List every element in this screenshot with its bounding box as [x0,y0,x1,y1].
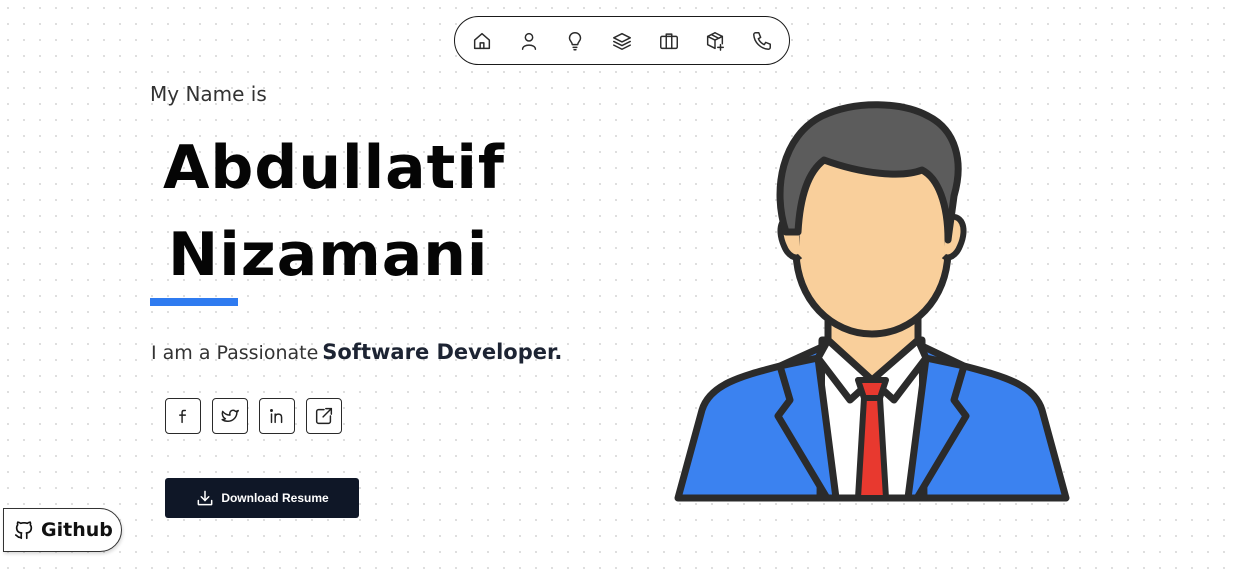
nav-about[interactable] [516,28,542,54]
last-name: Nizamani [168,220,489,290]
facebook-icon [179,409,187,424]
github-link[interactable]: Github [3,508,122,552]
nav-contact[interactable] [749,28,775,54]
nav-experience[interactable] [656,28,682,54]
external-link-icon [315,407,333,425]
github-label: Github [41,519,113,541]
avatar-tie [855,395,889,501]
lightbulb-icon [569,31,582,50]
intro-text: My Name is [150,82,267,106]
nav-home[interactable] [469,28,495,54]
linkedin-link[interactable] [259,398,295,434]
facebook-link[interactable] [165,398,201,434]
home-icon [473,32,491,49]
nav-services[interactable] [609,28,635,54]
download-resume-button[interactable]: Download Resume [165,478,359,518]
portfolio-link[interactable] [306,398,342,434]
package-icon [707,31,725,51]
tagline: I am a Passionate Software Developer. [151,340,562,364]
nav-skills[interactable] [562,28,588,54]
linkedin-icon [270,409,283,424]
top-nav [454,16,790,65]
avatar-illustration [674,101,1070,502]
first-name: Abdullatif [163,133,506,203]
page: My Name is Abdullatif Nizamani I am a Pa… [0,0,1234,572]
download-icon [197,490,213,506]
github-icon [14,521,33,540]
phone-icon [752,31,771,50]
layers-icon [612,32,631,50]
briefcase-icon [659,32,678,49]
social-links [165,398,342,434]
nav-projects[interactable] [702,28,728,54]
tagline-prefix: I am a Passionate [151,342,319,364]
accent-underline [150,298,238,306]
user-icon [521,32,536,50]
tagline-role: Software Developer. [322,340,563,364]
download-resume-label: Download Resume [221,491,329,505]
twitter-link[interactable] [212,398,248,434]
twitter-icon [221,409,239,423]
